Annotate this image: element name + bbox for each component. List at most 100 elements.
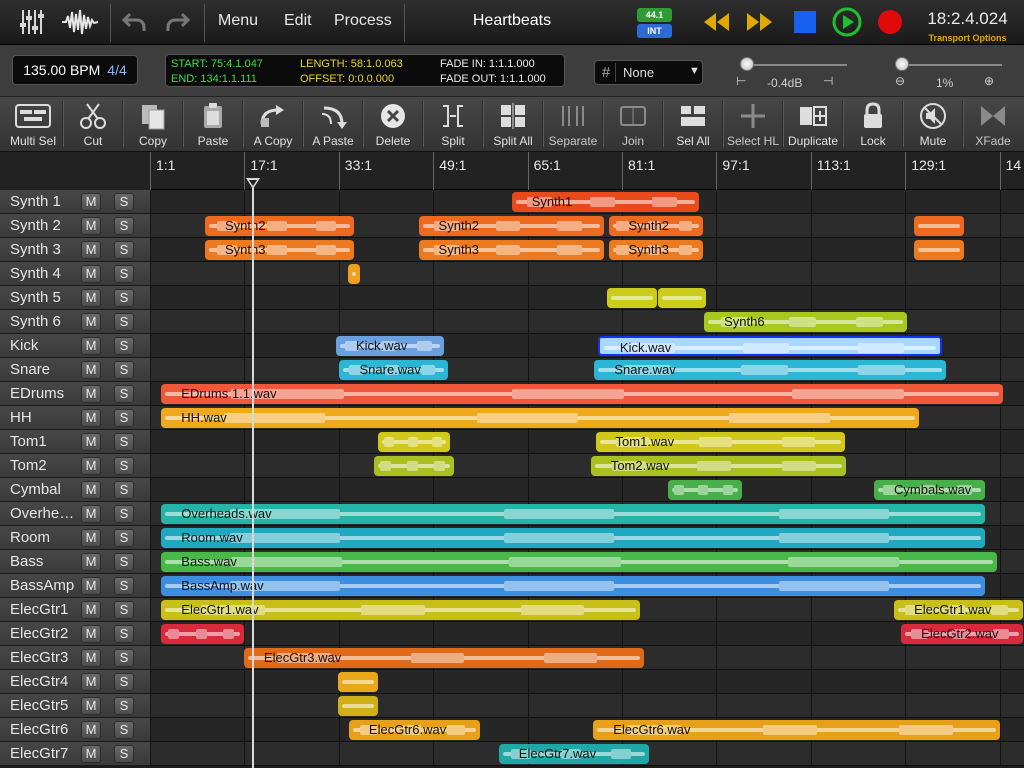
- track-lane[interactable]: EDrums 1.1.wav: [150, 382, 1024, 406]
- audio-clip[interactable]: Tom1.wav: [595, 432, 845, 452]
- track-header[interactable]: ElecGtr1 M S: [0, 598, 150, 622]
- track-lane[interactable]: ElecGtr3.wav: [150, 646, 1024, 670]
- track-lane[interactable]: ElecGtr7.wav: [150, 742, 1024, 766]
- timeline-ruler[interactable]: 1:1 17:1 33:1 49:1 65:1 81:1 97:1 113:1 129:1 14: [150, 152, 1024, 190]
- playhead[interactable]: [252, 178, 254, 768]
- track-mute-button[interactable]: M: [81, 529, 101, 547]
- track-mute-button[interactable]: M: [81, 505, 101, 523]
- audio-clip[interactable]: [348, 264, 360, 284]
- audio-clip[interactable]: [914, 216, 964, 236]
- audio-clip[interactable]: [914, 240, 964, 260]
- audio-clip[interactable]: Synth3: [204, 240, 354, 260]
- audio-clip[interactable]: [338, 696, 379, 716]
- track-solo-button[interactable]: S: [114, 673, 134, 691]
- track-solo-button[interactable]: S: [114, 193, 134, 211]
- audio-clip[interactable]: [607, 288, 658, 308]
- track-header[interactable]: Snare M S: [0, 358, 150, 382]
- volume-down-icon[interactable]: ⊢: [736, 74, 746, 88]
- track-lane[interactable]: Room.wav: [150, 526, 1024, 550]
- volume-up-icon[interactable]: ⊣: [823, 74, 833, 88]
- audio-clip[interactable]: ElecGtr1.wav: [161, 600, 641, 620]
- audio-clip[interactable]: [667, 480, 742, 500]
- audio-clip[interactable]: Synth6: [704, 312, 908, 332]
- audio-clip[interactable]: ElecGtr6.wav: [593, 720, 1001, 740]
- track-solo-button[interactable]: S: [114, 313, 134, 331]
- volume-slider-track[interactable]: [741, 64, 847, 66]
- fast-forward-icon[interactable]: [744, 6, 776, 38]
- audio-clip[interactable]: [338, 672, 379, 692]
- audio-clip[interactable]: EDrums 1.1.wav: [161, 384, 1003, 404]
- track-header[interactable]: Tom1 M S: [0, 430, 150, 454]
- track-header[interactable]: Synth 2 MS: [0, 214, 150, 238]
- track-solo-button[interactable]: S: [114, 457, 134, 475]
- mixer-icon[interactable]: [16, 6, 48, 38]
- track-mute-button[interactable]: M: [81, 601, 101, 619]
- track-mute-button[interactable]: M: [81, 673, 101, 691]
- track-mute-button[interactable]: M: [81, 481, 101, 499]
- track-solo-button[interactable]: S: [114, 721, 134, 739]
- zoom-slider-track[interactable]: [900, 64, 1002, 66]
- tempo-display[interactable]: 135.00 BPM 4/4: [12, 55, 138, 85]
- track-mute-button[interactable]: M: [81, 553, 101, 571]
- audio-clip[interactable]: Kick.wav: [335, 336, 445, 356]
- track-solo-button[interactable]: S: [114, 433, 134, 451]
- track-solo-button[interactable]: S: [114, 481, 134, 499]
- track-header[interactable]: ElecGtr6 M S: [0, 718, 150, 742]
- track-mute-button[interactable]: M: [81, 433, 101, 451]
- track-lane[interactable]: ElecGtr6.wav ElecGtr6.wav: [150, 718, 1024, 742]
- edit-menu-button[interactable]: Edit: [284, 12, 312, 30]
- audio-clip[interactable]: Kick.wav: [597, 336, 943, 356]
- track-header[interactable]: Bass M S: [0, 550, 150, 574]
- audio-clip[interactable]: Synth2: [418, 216, 604, 236]
- process-menu-button[interactable]: Process: [334, 12, 392, 30]
- track-lane[interactable]: ElecGtr1.wav ElecGtr1.wav: [150, 598, 1024, 622]
- track-solo-button[interactable]: S: [114, 745, 134, 763]
- track-solo-button[interactable]: S: [114, 577, 134, 595]
- audio-clip[interactable]: HH.wav: [161, 408, 919, 428]
- audio-clip[interactable]: Synth2: [608, 216, 703, 236]
- track-mute-button[interactable]: M: [81, 697, 101, 715]
- track-solo-button[interactable]: S: [114, 241, 134, 259]
- track-solo-button[interactable]: S: [114, 265, 134, 283]
- track-header[interactable]: EDrums M S: [0, 382, 150, 406]
- track-solo-button[interactable]: S: [114, 337, 134, 355]
- audio-clip[interactable]: Tom2.wav: [590, 456, 846, 476]
- track-mute-button[interactable]: M: [81, 625, 101, 643]
- audio-clip[interactable]: [161, 624, 244, 644]
- tool-xfade-button[interactable]: XFade: [963, 97, 1023, 152]
- track-header[interactable]: ElecGtr7 M S: [0, 742, 150, 766]
- menu-button[interactable]: Menu: [218, 12, 258, 30]
- track-header[interactable]: Synth 4 MS: [0, 262, 150, 286]
- track-mute-button[interactable]: M: [81, 241, 101, 259]
- rewind-icon[interactable]: [700, 6, 732, 38]
- track-header[interactable]: ElecGtr4 M S: [0, 670, 150, 694]
- track-header[interactable]: ElecGtr5 M S: [0, 694, 150, 718]
- audio-clip[interactable]: Synth2: [204, 216, 354, 236]
- track-header[interactable]: Synth 5 MS: [0, 286, 150, 310]
- track-solo-button[interactable]: S: [114, 553, 134, 571]
- track-lane[interactable]: Synth1: [150, 190, 1024, 214]
- track-mute-button[interactable]: M: [81, 649, 101, 667]
- track-mute-button[interactable]: M: [81, 745, 101, 763]
- track-lane[interactable]: Synth3 Synth3 Synth3: [150, 238, 1024, 262]
- track-header[interactable]: HH M S: [0, 406, 150, 430]
- audio-clip[interactable]: Cymbals.wav: [874, 480, 985, 500]
- track-solo-button[interactable]: S: [114, 625, 134, 643]
- transport-options-link[interactable]: Transport Options: [915, 33, 1020, 43]
- zoom-slider-knob[interactable]: [895, 57, 909, 71]
- zoom-in-icon[interactable]: ⊕: [984, 74, 994, 88]
- audio-clip[interactable]: Bass.wav: [161, 552, 997, 572]
- track-mute-button[interactable]: M: [81, 409, 101, 427]
- track-lane[interactable]: [150, 286, 1024, 310]
- track-solo-button[interactable]: S: [114, 409, 134, 427]
- audio-clip[interactable]: Snare.wav: [594, 360, 946, 380]
- track-mute-button[interactable]: M: [81, 361, 101, 379]
- track-lane[interactable]: [150, 262, 1024, 286]
- track-solo-button[interactable]: S: [114, 361, 134, 379]
- track-mute-button[interactable]: M: [81, 265, 101, 283]
- audio-clip[interactable]: ElecGtr2.wav: [901, 624, 1024, 644]
- track-header[interactable]: Cymbal M S: [0, 478, 150, 502]
- track-lane[interactable]: Tom1.wav: [150, 430, 1024, 454]
- track-header[interactable]: BassAmp M S: [0, 574, 150, 598]
- volume-slider-knob[interactable]: [740, 57, 754, 71]
